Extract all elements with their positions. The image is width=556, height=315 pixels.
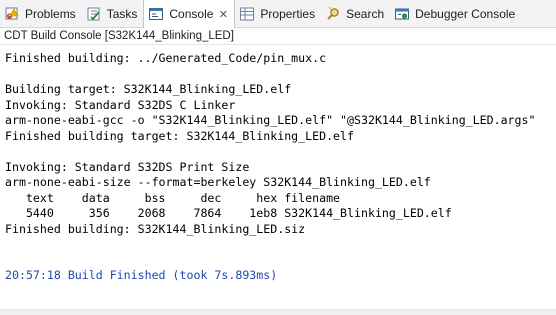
properties-icon [239, 6, 255, 22]
console-line: arm-none-eabi-gcc -o "S32K144_Blinking_L… [5, 113, 536, 127]
horizontal-scrollbar[interactable] [0, 309, 556, 315]
console-line: Finished building: ../Generated_Code/pin… [5, 51, 327, 65]
tab-properties[interactable]: Properties [235, 0, 321, 27]
build-status-line: 20:57:18 Build Finished (took 7s.893ms) [5, 268, 278, 282]
console-icon [148, 6, 164, 22]
console-line: Finished building: S32K144_Blinking_LED.… [5, 221, 306, 236]
tasks-icon [86, 6, 102, 22]
close-icon[interactable]: ✕ [218, 8, 228, 21]
console-title: CDT Build Console [S32K144_Blinking_LED] [0, 28, 556, 45]
console-line: 5440 356 2068 7864 1eb8 S32K144_Blinking… [5, 206, 452, 220]
tab-label: Properties [260, 6, 316, 21]
console-line: Invoking: Standard S32DS C Linker [5, 97, 236, 112]
tab-search[interactable]: Search [321, 0, 390, 27]
console-line: Building target: S32K144_Blinking_LED.el… [5, 82, 292, 96]
console-line: Invoking: Standard S32DS Print Size [5, 159, 250, 174]
console-line: text data bss dec hex filename [5, 190, 341, 205]
console-line: arm-none-eabi-size --format=berkeley S32… [5, 175, 431, 189]
tab-label: Console [169, 7, 214, 21]
console-output[interactable]: Finished building: ../Generated_Code/pin… [0, 45, 556, 315]
debugger-console-icon [394, 6, 410, 22]
tab-debugger-console[interactable]: Debugger Console [390, 0, 521, 27]
tab-label: Tasks [106, 6, 138, 21]
tab-tasks[interactable]: Tasks [82, 0, 144, 27]
tab-label: Problems [25, 6, 76, 21]
tab-console[interactable]: Console ✕ [143, 0, 236, 28]
view-tab-bar: Problems Tasks Console ✕ Properties Sear… [0, 0, 556, 28]
tab-problems[interactable]: Problems [0, 0, 82, 27]
console-line: Finished building target: S32K144_Blinki… [5, 128, 355, 143]
tab-label: Search [346, 6, 385, 21]
search-icon [325, 6, 341, 22]
problems-icon [4, 6, 20, 22]
tab-label: Debugger Console [415, 6, 516, 21]
